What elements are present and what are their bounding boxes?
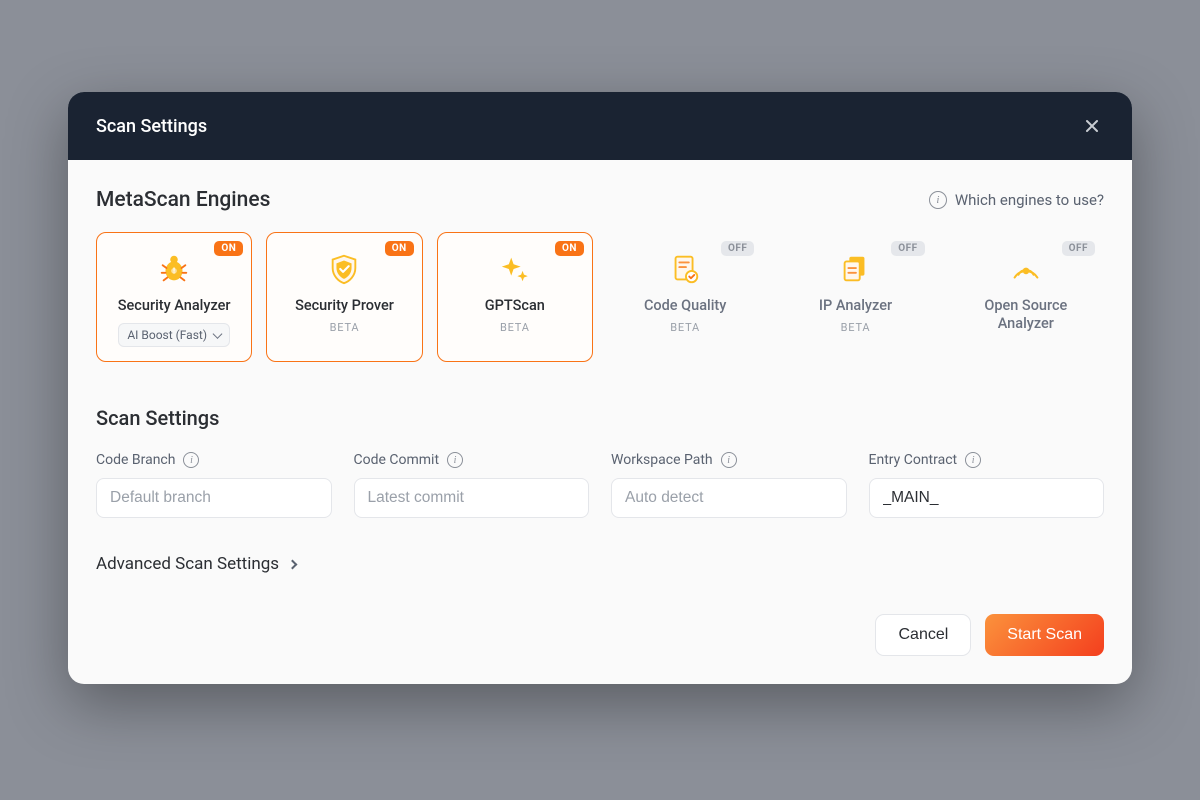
scan-settings-section: Scan Settings Code Branch i Code Commit … [96,406,1104,518]
engine-name: Security Analyzer [118,297,231,315]
engines-title: MetaScan Engines [96,188,270,212]
engine-card-security-analyzer[interactable]: ON ! Secur [96,232,252,362]
engine-name: IP Analyzer [819,297,892,315]
engine-name: Code Quality [644,297,726,315]
scan-settings-modal: Scan Settings MetaScan Engines i Which e… [68,92,1132,684]
engine-card-open-source-analyzer[interactable]: OFF Open Source Analyzer [948,232,1104,362]
code-branch-input[interactable] [96,478,332,518]
status-badge: ON [555,241,584,256]
field-label: Code Commit [354,452,440,468]
scan-settings-title: Scan Settings [96,406,1104,430]
field-label: Workspace Path [611,452,713,468]
engine-card-ip-analyzer[interactable]: OFF IP Analyzer BETA [777,232,933,362]
entry-contract-input[interactable] [869,478,1105,518]
ai-boost-select[interactable]: AI Boost (Fast) [118,323,230,347]
advanced-settings-toggle[interactable]: Advanced Scan Settings [96,554,296,574]
engine-beta-label: BETA [841,321,871,334]
engine-card-security-prover[interactable]: ON Security Prover BETA [266,232,422,362]
engine-name: Security Prover [295,297,394,315]
field-entry-contract: Entry Contract i [869,452,1105,518]
engine-name: GPTScan [485,297,545,315]
engines-help-text: Which engines to use? [955,191,1104,209]
radar-icon [1008,251,1044,287]
sparkles-icon [497,251,533,287]
close-icon [1084,118,1100,134]
field-label: Entry Contract [869,452,958,468]
engines-help-link[interactable]: i Which engines to use? [929,191,1104,209]
svg-text:!: ! [173,267,175,277]
status-badge: OFF [1062,241,1095,256]
close-button[interactable] [1080,114,1104,138]
advanced-label: Advanced Scan Settings [96,554,279,574]
engine-beta-label: BETA [330,321,360,334]
modal-body: MetaScan Engines i Which engines to use?… [68,160,1132,614]
engine-card-gptscan[interactable]: ON GPTScan BETA [437,232,593,362]
bug-icon: ! [156,251,192,287]
start-scan-button[interactable]: Start Scan [985,614,1104,656]
engine-name: Open Source Analyzer [957,297,1095,333]
code-commit-input[interactable] [354,478,590,518]
modal-header: Scan Settings [68,92,1132,160]
workspace-path-input[interactable] [611,478,847,518]
cancel-button[interactable]: Cancel [875,614,971,656]
info-icon[interactable]: i [447,452,463,468]
status-badge: OFF [891,241,924,256]
info-icon[interactable]: i [965,452,981,468]
field-label: Code Branch [96,452,175,468]
engines-grid: ON ! Secur [96,232,1104,362]
engine-beta-label: BETA [670,321,700,334]
field-code-commit: Code Commit i [354,452,590,518]
engines-header-row: MetaScan Engines i Which engines to use? [96,188,1104,212]
field-code-branch: Code Branch i [96,452,332,518]
settings-fields: Code Branch i Code Commit i Workspace Pa… [96,452,1104,518]
chevron-right-icon [288,559,298,569]
engine-card-code-quality[interactable]: OFF Code Quality BETA [607,232,763,362]
modal-title: Scan Settings [96,116,207,137]
files-icon [837,251,873,287]
document-check-icon [667,251,703,287]
status-badge: OFF [721,241,754,256]
engine-beta-label: BETA [500,321,530,334]
info-icon[interactable]: i [721,452,737,468]
info-icon: i [929,191,947,209]
info-icon[interactable]: i [183,452,199,468]
field-workspace-path: Workspace Path i [611,452,847,518]
status-badge: ON [385,241,414,256]
status-badge: ON [214,241,243,256]
shield-icon [326,251,362,287]
modal-footer: Cancel Start Scan [68,614,1132,684]
